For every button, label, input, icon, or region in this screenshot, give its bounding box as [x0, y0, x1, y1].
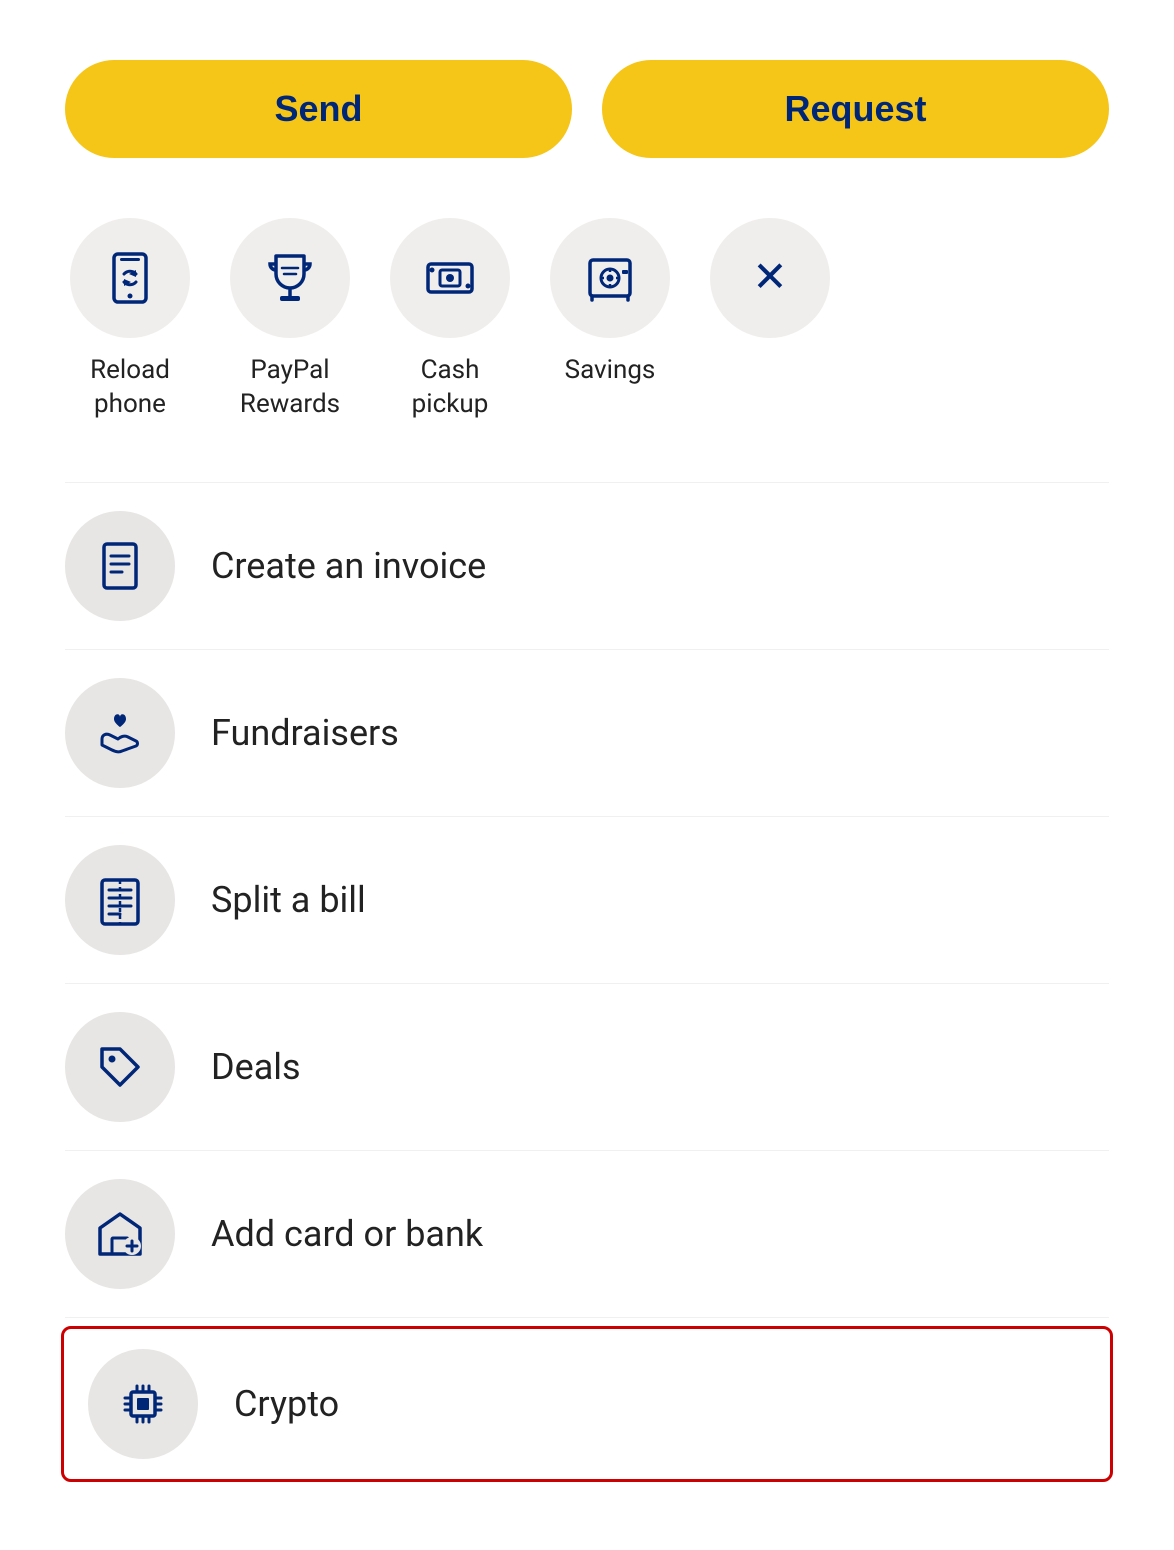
quick-action-savings[interactable]: Savings — [545, 218, 675, 388]
quick-actions-row: Reloadphone PayPalRewards — [65, 218, 1109, 422]
add-card-bank-label: Add card or bank — [211, 1213, 483, 1255]
menu-item-fundraisers[interactable]: Fundraisers — [65, 650, 1109, 817]
create-invoice-label: Create an invoice — [211, 545, 486, 587]
savings-label: Savings — [565, 354, 656, 388]
close-circle: ✕ — [710, 218, 830, 338]
deals-label: Deals — [211, 1046, 301, 1088]
cash-pickup-circle — [390, 218, 510, 338]
menu-item-deals[interactable]: Deals — [65, 984, 1109, 1151]
menu-item-add-card-bank[interactable]: Add card or bank — [65, 1151, 1109, 1318]
fundraisers-label: Fundraisers — [211, 712, 399, 754]
menu-item-create-invoice[interactable]: Create an invoice — [65, 482, 1109, 650]
quick-action-close[interactable]: ✕ — [705, 218, 835, 354]
menu-item-crypto[interactable]: Crypto — [61, 1326, 1113, 1482]
action-button-row: Send Request — [65, 60, 1109, 158]
crypto-label: Crypto — [234, 1383, 339, 1425]
quick-action-paypal-rewards[interactable]: PayPalRewards — [225, 218, 355, 422]
reload-phone-label: Reloadphone — [90, 354, 170, 422]
fundraisers-circle — [65, 678, 175, 788]
cash-pickup-label: Cashpickup — [412, 354, 489, 422]
deals-circle — [65, 1012, 175, 1122]
quick-action-cash-pickup[interactable]: Cashpickup — [385, 218, 515, 422]
trophy-icon — [262, 250, 318, 306]
fundraisers-icon — [94, 707, 146, 759]
split-bill-circle — [65, 845, 175, 955]
add-card-circle — [65, 1179, 175, 1289]
split-bill-icon — [94, 874, 146, 926]
close-icon: ✕ — [752, 257, 787, 299]
rewards-circle — [230, 218, 350, 338]
split-bill-label: Split a bill — [211, 879, 366, 921]
crypto-icon — [117, 1378, 169, 1430]
paypal-rewards-label: PayPalRewards — [240, 354, 340, 422]
send-button[interactable]: Send — [65, 60, 572, 158]
reload-phone-icon — [102, 250, 158, 306]
deals-icon — [94, 1041, 146, 1093]
main-container: Send Request Reloadphone — [0, 0, 1174, 1550]
cash-pickup-icon — [422, 250, 478, 306]
savings-circle — [550, 218, 670, 338]
reload-phone-circle — [70, 218, 190, 338]
invoice-icon — [94, 540, 146, 592]
invoice-circle — [65, 511, 175, 621]
crypto-circle — [88, 1349, 198, 1459]
quick-action-reload-phone[interactable]: Reloadphone — [65, 218, 195, 422]
savings-icon — [582, 250, 638, 306]
add-card-icon — [94, 1208, 146, 1260]
request-button[interactable]: Request — [602, 60, 1109, 158]
menu-item-split-bill[interactable]: Split a bill — [65, 817, 1109, 984]
menu-list: Create an invoice Fundraisers — [65, 482, 1109, 1490]
